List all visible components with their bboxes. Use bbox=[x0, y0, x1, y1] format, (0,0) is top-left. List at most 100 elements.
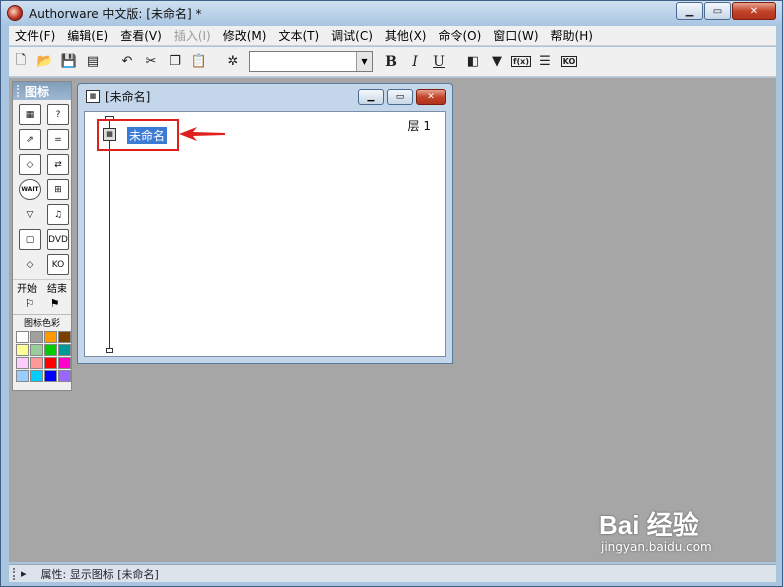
color-swatch[interactable] bbox=[58, 344, 71, 356]
color-swatch[interactable] bbox=[30, 370, 43, 382]
color-swatch[interactable] bbox=[16, 357, 29, 369]
color-swatch[interactable] bbox=[16, 344, 29, 356]
menu-command[interactable]: 命令(O) bbox=[432, 27, 487, 44]
close-button[interactable]: ✕ bbox=[732, 2, 776, 20]
menu-file[interactable]: 文件(F) bbox=[9, 27, 61, 44]
menu-text[interactable]: 文本(T) bbox=[272, 27, 325, 44]
cut-icon[interactable]: ✂ bbox=[140, 51, 162, 73]
minimize-button[interactable]: ▁ bbox=[676, 2, 703, 20]
menu-other[interactable]: 其他(X) bbox=[379, 27, 433, 44]
menu-window[interactable]: 窗口(W) bbox=[487, 27, 544, 44]
calculation-icon[interactable]: = bbox=[47, 129, 69, 150]
color-swatch[interactable] bbox=[30, 331, 43, 343]
ko-palette-label: KO bbox=[51, 259, 65, 270]
menu-debug[interactable]: 调试(C) bbox=[325, 27, 379, 44]
menu-modify[interactable]: 修改(M) bbox=[217, 27, 273, 44]
window-title: Authorware 中文版: [未命名] * bbox=[29, 6, 202, 21]
maximize-button[interactable]: ▭ bbox=[704, 2, 731, 20]
annotation-arrow-icon bbox=[179, 127, 225, 141]
copy-icon[interactable]: ❐ bbox=[164, 51, 186, 73]
status-text: 属性: 显示图标 [未命名] bbox=[40, 567, 159, 581]
new-file-icon[interactable]: 🗋 bbox=[10, 51, 32, 73]
icon-color-label: 图标色彩 bbox=[13, 314, 71, 329]
start-label: 开始 bbox=[17, 284, 37, 295]
layer-indicator: 层 1 bbox=[407, 119, 431, 133]
color-swatches bbox=[13, 329, 71, 384]
color-swatch[interactable] bbox=[58, 370, 71, 382]
sound-icon[interactable]: ♫ bbox=[47, 204, 69, 225]
title-bar[interactable]: Authorware 中文版: [未命名] * ▁ ▭ ✕ bbox=[1, 1, 782, 25]
wait-icon[interactable]: WAIT bbox=[19, 179, 41, 200]
menu-view[interactable]: 查看(V) bbox=[114, 27, 168, 44]
undo-icon[interactable]: ↶ bbox=[116, 51, 138, 73]
knowledge-object-icon[interactable]: KO bbox=[47, 254, 69, 275]
watermark-brand: Bai 经验 bbox=[599, 510, 699, 540]
color-swatch[interactable] bbox=[30, 344, 43, 356]
navigate-icon[interactable]: ⇄ bbox=[47, 154, 69, 175]
icon-palette: 图标 ▦ ? ⇗ = ◇ ⇄ WAIT ⊞ ▽ ♫ ▢ DVD ◇ KO 开始 … bbox=[12, 81, 72, 391]
authorware-app-icon bbox=[7, 5, 23, 21]
chevron-down-icon[interactable]: ▼ bbox=[356, 52, 372, 71]
color-swatch[interactable] bbox=[58, 331, 71, 343]
annotation-highlight-box bbox=[97, 119, 179, 151]
design-close-button[interactable]: ✕ bbox=[416, 89, 446, 105]
save-all-icon[interactable]: 💾 bbox=[58, 51, 80, 73]
design-window-icon: ▦ bbox=[86, 89, 100, 103]
end-flag-icon[interactable]: ⚑ bbox=[50, 297, 60, 310]
start-flag-icon[interactable]: ⚐ bbox=[25, 297, 35, 310]
italic-button[interactable]: I bbox=[404, 51, 426, 73]
control-panel-icon[interactable]: ▼ bbox=[486, 51, 508, 73]
design-window-title: [未命名] bbox=[105, 89, 151, 104]
erase-icon[interactable]: ◇ bbox=[19, 154, 41, 175]
import-icon[interactable]: ▤ bbox=[82, 51, 104, 73]
ko-label: KO bbox=[560, 56, 578, 67]
variables-icon[interactable]: ☰ bbox=[534, 51, 556, 73]
framework-icon[interactable]: ⊞ bbox=[47, 179, 69, 200]
menu-insert[interactable]: 插入(I) bbox=[168, 27, 217, 44]
decision-icon[interactable]: ▽ bbox=[19, 204, 41, 225]
color-swatch[interactable] bbox=[16, 370, 29, 382]
find-icon[interactable]: ✲ bbox=[222, 51, 244, 73]
color-swatch[interactable] bbox=[30, 357, 43, 369]
knowledge-object-button[interactable]: KO bbox=[558, 51, 580, 73]
underline-button[interactable]: U bbox=[428, 51, 450, 73]
design-maximize-button[interactable]: ▭ bbox=[387, 89, 413, 105]
bold-button[interactable]: B bbox=[380, 51, 402, 73]
open-folder-icon[interactable]: 📂 bbox=[34, 51, 56, 73]
dvd-icon[interactable]: DVD bbox=[47, 229, 69, 250]
app-window: Authorware 中文版: [未命名] * ▁ ▭ ✕ 文件(F) 编辑(E… bbox=[0, 0, 783, 587]
wait-label: WAIT bbox=[21, 186, 39, 193]
workspace: 图标 ▦ ? ⇗ = ◇ ⇄ WAIT ⊞ ▽ ♫ ▢ DVD ◇ KO 开始 … bbox=[9, 78, 776, 562]
paste-icon[interactable]: 📋 bbox=[188, 51, 210, 73]
interaction-question-icon[interactable]: ? bbox=[47, 104, 69, 125]
toolbar: 🗋 📂 💾 ▤ ↶ ✂ ❐ 📋 ✲ ▼ B I U ◧ ▼ f(x) ☰ KO bbox=[9, 47, 776, 77]
palette-title-bar[interactable]: 图标 bbox=[13, 82, 71, 100]
expand-arrow-icon[interactable]: ▸ bbox=[21, 567, 27, 580]
interaction-diamond-icon[interactable]: ◇ bbox=[19, 254, 41, 275]
color-swatch[interactable] bbox=[16, 331, 29, 343]
watermark-url: jingyan.baidu.com bbox=[601, 540, 712, 554]
design-window: ▦ [未命名] ▁ ▭ ✕ ▦ 未命名 层 1 bbox=[77, 83, 453, 364]
font-style-select[interactable]: ▼ bbox=[249, 51, 373, 72]
restart-icon[interactable]: ◧ bbox=[462, 51, 484, 73]
flowline-canvas[interactable]: ▦ 未命名 层 1 bbox=[84, 111, 446, 357]
function-button[interactable]: f(x) bbox=[510, 51, 532, 73]
color-swatch[interactable] bbox=[44, 370, 57, 382]
color-swatch[interactable] bbox=[44, 331, 57, 343]
motion-icon[interactable]: ⇗ bbox=[19, 129, 41, 150]
color-swatch[interactable] bbox=[58, 357, 71, 369]
flowline bbox=[109, 120, 110, 350]
function-label: f(x) bbox=[511, 56, 531, 67]
display-icon[interactable]: ▦ bbox=[19, 104, 41, 125]
status-bar: ▸ 属性: 显示图标 [未命名] bbox=[9, 564, 776, 582]
end-label: 结束 bbox=[47, 284, 67, 295]
palette-title: 图标 bbox=[25, 84, 50, 99]
color-swatch[interactable] bbox=[44, 344, 57, 356]
menu-help[interactable]: 帮助(H) bbox=[545, 27, 599, 44]
map-group-icon[interactable]: ▢ bbox=[19, 229, 41, 250]
grip-icon bbox=[17, 85, 21, 97]
menu-edit[interactable]: 编辑(E) bbox=[61, 27, 114, 44]
color-swatch[interactable] bbox=[44, 357, 57, 369]
design-title-bar[interactable]: ▦ [未命名] ▁ ▭ ✕ bbox=[78, 84, 452, 108]
design-minimize-button[interactable]: ▁ bbox=[358, 89, 384, 105]
